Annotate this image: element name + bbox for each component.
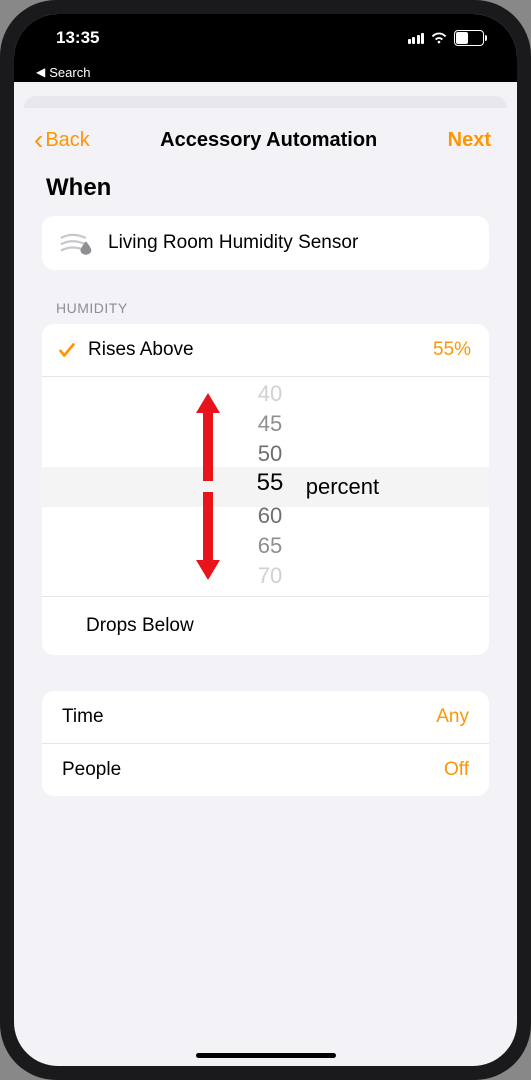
status-bar: 13:35 46	[14, 14, 517, 62]
breadcrumb-label: Search	[49, 65, 90, 80]
drops-below-row[interactable]: Drops Below	[42, 597, 489, 655]
humidity-card: Rises Above 55% 40 45 50 55 60 65 70	[42, 324, 489, 655]
home-indicator[interactable]	[196, 1053, 336, 1058]
rises-value: 55%	[433, 339, 471, 361]
cellular-icon	[408, 32, 425, 44]
picker-option: 65	[258, 533, 282, 559]
people-label: People	[62, 759, 121, 781]
annotation-arrow-down	[194, 492, 222, 582]
sensor-name: Living Room Humidity Sensor	[108, 232, 358, 254]
back-button[interactable]: ‹ Back	[34, 124, 90, 156]
breadcrumb[interactable]: ◀ Search	[14, 62, 517, 82]
modal-peek	[24, 96, 507, 108]
rises-label: Rises Above	[88, 339, 194, 361]
back-label: Back	[45, 129, 89, 152]
page-title: Accessory Automation	[160, 129, 377, 152]
time-row[interactable]: Time Any	[42, 691, 489, 744]
time-value: Any	[436, 706, 469, 728]
breadcrumb-arrow-icon: ◀	[36, 65, 45, 79]
sensor-row[interactable]: Living Room Humidity Sensor	[42, 216, 489, 270]
picker-option: 50	[258, 441, 282, 467]
battery-icon: 46	[454, 30, 487, 46]
next-button[interactable]: Next	[448, 129, 491, 152]
clock: 13:35	[56, 28, 99, 48]
picker-unit: percent	[306, 474, 379, 500]
humidity-header: HUMIDITY	[24, 270, 507, 324]
time-label: Time	[62, 706, 104, 728]
wifi-icon	[430, 31, 448, 45]
checkmark-icon	[56, 339, 78, 361]
rises-above-row[interactable]: Rises Above 55%	[42, 324, 489, 377]
picker-option: 40	[258, 381, 282, 407]
chevron-left-icon: ‹	[34, 124, 43, 156]
section-heading: When	[24, 170, 507, 216]
humidity-icon	[58, 230, 94, 256]
picker-option: 45	[258, 411, 282, 437]
annotation-arrow-up	[194, 391, 222, 481]
picker-option: 60	[258, 503, 282, 529]
picker-option: 70	[258, 563, 282, 589]
picker-selected: 55	[257, 469, 284, 497]
drops-label: Drops Below	[86, 615, 194, 636]
conditions-card: Time Any People Off	[42, 691, 489, 796]
humidity-picker[interactable]: 40 45 50 55 60 65 70 percent	[42, 377, 489, 597]
people-row[interactable]: People Off	[42, 744, 489, 796]
nav-bar: ‹ Back Accessory Automation Next	[24, 108, 507, 170]
people-value: Off	[444, 759, 469, 781]
